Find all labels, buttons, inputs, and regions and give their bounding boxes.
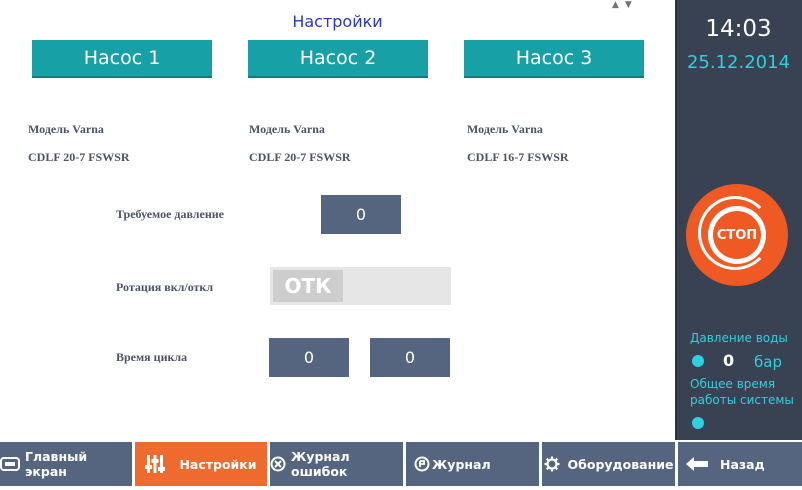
pump-1-model-name: Модель Varna (28, 122, 104, 136)
nav-journal-label: Журнал (432, 456, 491, 472)
screen-icon (0, 457, 20, 471)
rotation-label: Ротация вкл/откл (116, 280, 214, 294)
pump-3-model-code: CDLF 16-7 FSWSR (467, 150, 569, 164)
total-runtime-label-line2: работы системы (690, 393, 794, 407)
nav-settings-label: Настройки (179, 456, 257, 472)
journal-icon (414, 456, 430, 472)
nav-error-log-label: Журнал ошибок (291, 449, 350, 479)
water-pressure-indicator-icon (692, 355, 704, 367)
pump-3-model-name: Модель Varna (467, 122, 543, 136)
gear-icon (544, 456, 560, 472)
pump-2-model-code: CDLF 20-7 FSWSR (249, 150, 351, 164)
stop-label: СТОП (713, 211, 761, 259)
water-pressure-value: 0 (723, 351, 735, 370)
pump-1-model-code: CDLF 20-7 FSWSR (28, 150, 130, 164)
nav-equipment-button[interactable]: Оборудование (542, 442, 675, 486)
cycle-time-input-1[interactable]: 0 (269, 338, 349, 377)
total-runtime-indicator-icon (692, 417, 704, 429)
sliders-icon (145, 455, 166, 473)
rotation-toggle[interactable]: ОТК (270, 267, 451, 305)
pump-3-button[interactable]: Насос 3 (464, 40, 644, 78)
pump-2-button[interactable]: Насос 2 (248, 40, 428, 78)
nav-settings-button[interactable]: Настройки (135, 442, 267, 486)
nav-back-label: Назад (720, 456, 765, 472)
error-circle-icon (270, 456, 286, 472)
stop-button[interactable]: СТОП (686, 184, 788, 286)
nav-main-screen-label: Главный экран (25, 449, 88, 479)
page-title: Настройки (292, 12, 383, 31)
pump-1-button[interactable]: Насос 1 (32, 40, 212, 78)
water-pressure-unit: бар (754, 353, 782, 371)
pump-2-model-name: Модель Varna (249, 122, 325, 136)
cycle-time-input-2[interactable]: 0 (370, 338, 450, 377)
scroll-arrows-icon[interactable]: ▲▼ (612, 0, 638, 10)
required-pressure-input[interactable]: 0 (321, 195, 401, 234)
total-runtime-label-line1: Общее время (690, 377, 776, 391)
rotation-toggle-knob: ОТК (273, 270, 343, 302)
clock-date: 25.12.2014 (686, 52, 791, 73)
cycle-time-label: Время цикла (116, 350, 188, 364)
required-pressure-label: Требуемое давление (116, 207, 224, 221)
nav-journal-button[interactable]: Журнал (406, 442, 539, 486)
water-pressure-label: Давление воды (690, 331, 788, 345)
nav-equipment-label: Оборудование (567, 456, 674, 472)
clock-time: 14:03 (705, 16, 772, 42)
nav-main-screen-button[interactable]: Главный экран (0, 442, 132, 486)
nav-error-log-button[interactable]: Журнал ошибок (270, 442, 403, 486)
nav-back-button[interactable]: Назад (678, 442, 802, 486)
arrow-left-icon (686, 457, 708, 471)
